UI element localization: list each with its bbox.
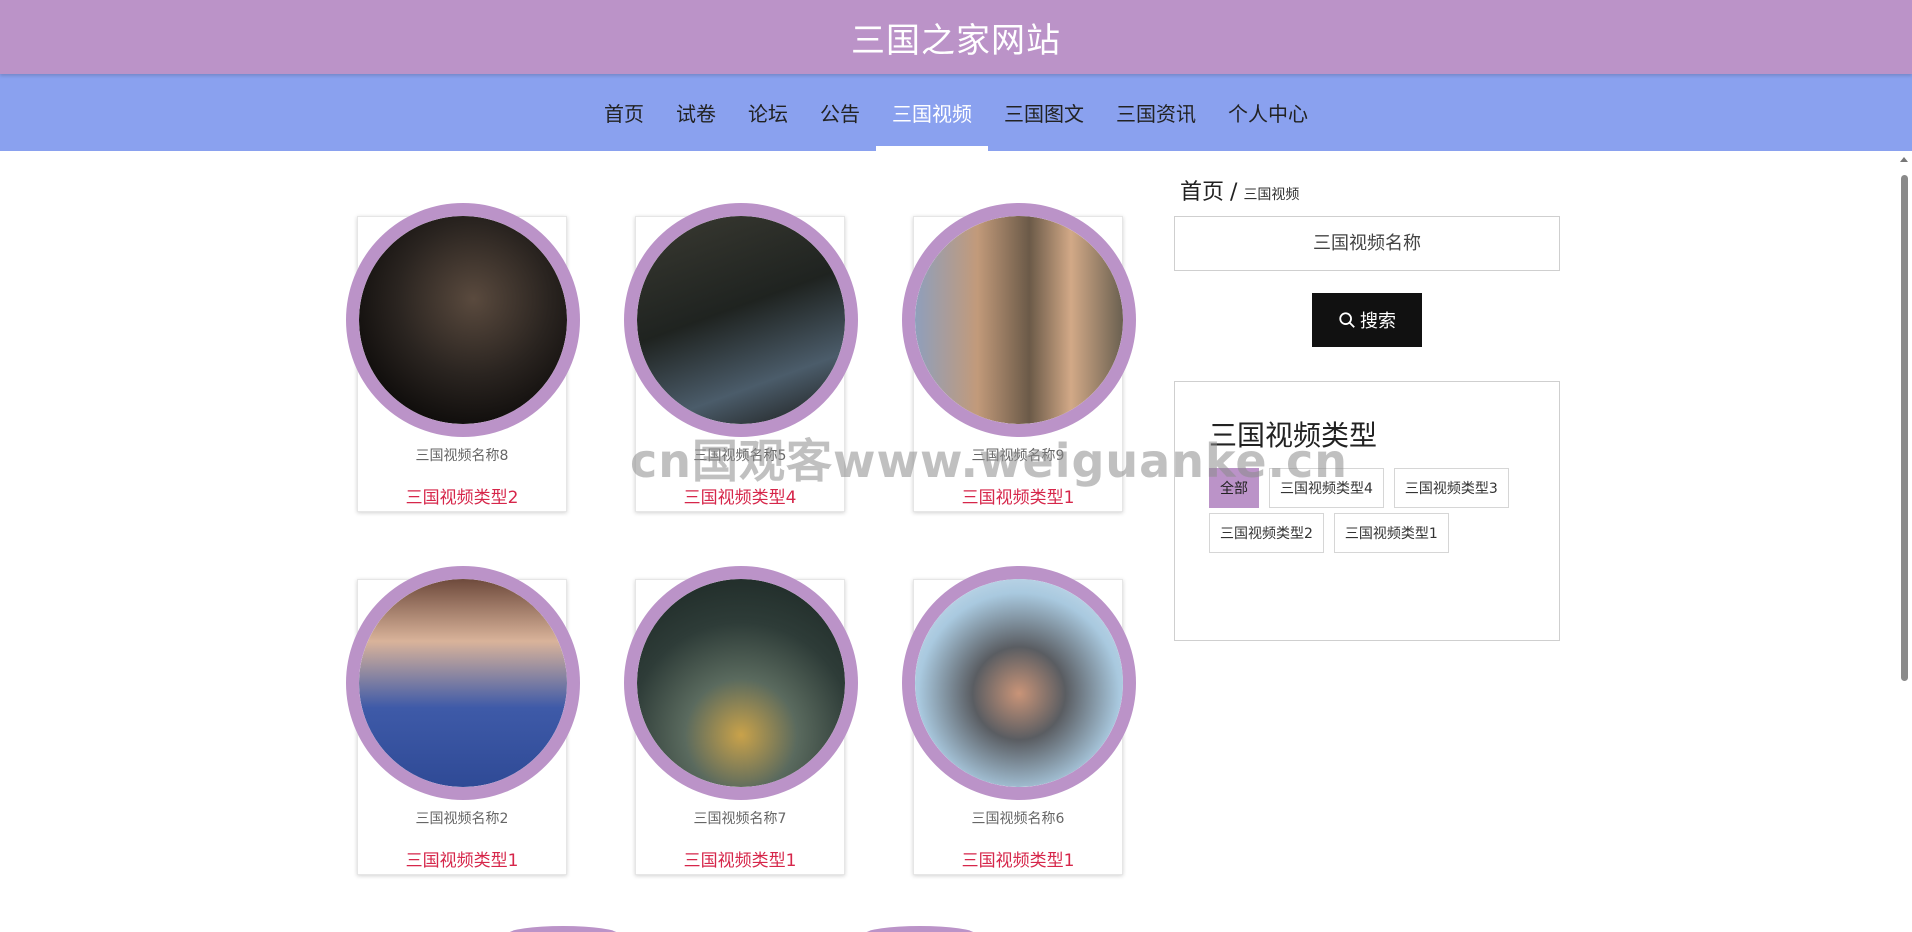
video-thumbnail[interactable] [346, 203, 580, 437]
video-type-panel-title: 三国视频类型 [1209, 419, 1378, 452]
video-thumbnail-image [359, 579, 567, 787]
nav-item-video[interactable]: 三国视频 [876, 74, 988, 151]
nav-item-exam[interactable]: 试卷 [660, 74, 732, 151]
nav-label: 三国视频 [892, 102, 972, 126]
nav-label: 试卷 [676, 102, 716, 126]
main-nav: 首页 试卷 论坛 公告 三国视频 三国图文 三国资讯 个人中心 [0, 74, 1912, 151]
type-tag-4[interactable]: 三国视频类型4 [1269, 468, 1384, 508]
video-thumbnail[interactable] [346, 566, 580, 800]
video-name: 三国视频名称7 [693, 811, 787, 827]
video-type[interactable]: 三国视频类型1 [914, 846, 1122, 871]
video-card[interactable]: 三国视频名称7 三国视频类型1 [624, 566, 858, 875]
video-card[interactable]: 三国视频名称8 三国视频类型2 [346, 203, 580, 512]
breadcrumb-current: 三国视频 [1243, 187, 1300, 203]
video-name: 三国视频名称2 [415, 811, 509, 827]
nav-label: 首页 [604, 102, 644, 126]
nav-item-home[interactable]: 首页 [588, 74, 660, 151]
video-card[interactable]: 三国视频名称6 三国视频类型1 [902, 566, 1136, 875]
video-type[interactable]: 三国视频类型2 [358, 483, 566, 508]
video-name: 三国视频名称9 [971, 448, 1065, 464]
nav-item-notice[interactable]: 公告 [804, 74, 876, 151]
scroll-up-icon[interactable] [1900, 157, 1908, 162]
nav-label: 三国资讯 [1116, 102, 1196, 126]
video-thumbnail-image [637, 579, 845, 787]
video-name: 三国视频名称6 [971, 811, 1065, 827]
breadcrumb: 首页 / 三国视频 [1180, 174, 1560, 206]
video-type[interactable]: 三国视频类型1 [914, 483, 1122, 508]
video-type-tags: 全部 三国视频类型4 三国视频类型3 三国视频类型2 三国视频类型1 [1209, 468, 1539, 553]
video-thumbnail-image [915, 216, 1123, 424]
video-type[interactable]: 三国视频类型1 [358, 846, 566, 871]
site-title: 三国之家网站 [851, 20, 1061, 61]
video-thumbnail[interactable] [902, 566, 1136, 800]
breadcrumb-home[interactable]: 首页 [1180, 174, 1224, 206]
nav-label: 论坛 [748, 102, 788, 126]
nav-item-article[interactable]: 三国图文 [988, 74, 1100, 151]
video-card[interactable]: 三国视频名称9 三国视频类型1 [902, 203, 1136, 512]
sidebar: 首页 / 三国视频 搜索 三国视频类型 全部 三国视频类型4 三国视频类型3 三… [1174, 174, 1560, 641]
breadcrumb-separator: / [1230, 180, 1238, 205]
scrollbar-thumb[interactable] [1901, 175, 1908, 681]
nav-label: 公告 [820, 102, 860, 126]
type-tag-3[interactable]: 三国视频类型3 [1393, 468, 1509, 508]
search-button[interactable]: 搜索 [1312, 293, 1422, 347]
nav-item-forum[interactable]: 论坛 [732, 74, 804, 151]
type-tag-1[interactable]: 三国视频类型1 [1333, 513, 1449, 553]
video-card[interactable]: 三国视频名称2 三国视频类型1 [346, 566, 580, 875]
video-thumbnail-image [915, 579, 1123, 787]
next-row-thumbnail [865, 926, 975, 932]
video-thumbnail[interactable] [624, 203, 858, 437]
next-row-thumbnail [508, 926, 618, 932]
nav-item-profile[interactable]: 个人中心 [1212, 74, 1324, 151]
search-input[interactable] [1174, 216, 1560, 271]
video-thumbnail-image [637, 216, 845, 424]
search-button-label: 搜索 [1360, 311, 1396, 332]
video-thumbnail[interactable] [624, 566, 858, 800]
video-thumbnail[interactable] [902, 203, 1136, 437]
type-tag-all[interactable]: 全部 [1209, 468, 1259, 508]
nav-label: 个人中心 [1228, 102, 1308, 126]
page-scrollbar[interactable] [1896, 151, 1912, 932]
site-header: 三国之家网站 [0, 0, 1912, 74]
nav-item-news[interactable]: 三国资讯 [1100, 74, 1212, 151]
type-tag-2[interactable]: 三国视频类型2 [1209, 513, 1324, 553]
video-type-panel: 三国视频类型 全部 三国视频类型4 三国视频类型3 三国视频类型2 三国视频类型… [1174, 381, 1560, 641]
search-icon [1339, 312, 1355, 328]
video-type[interactable]: 三国视频类型1 [636, 846, 844, 871]
nav-label: 三国图文 [1004, 102, 1084, 126]
video-card[interactable]: 三国视频名称5 三国视频类型4 [624, 203, 858, 512]
video-thumbnail-image [359, 216, 567, 424]
video-type[interactable]: 三国视频类型4 [636, 483, 844, 508]
video-name: 三国视频名称8 [415, 448, 509, 464]
video-name: 三国视频名称5 [693, 448, 787, 464]
